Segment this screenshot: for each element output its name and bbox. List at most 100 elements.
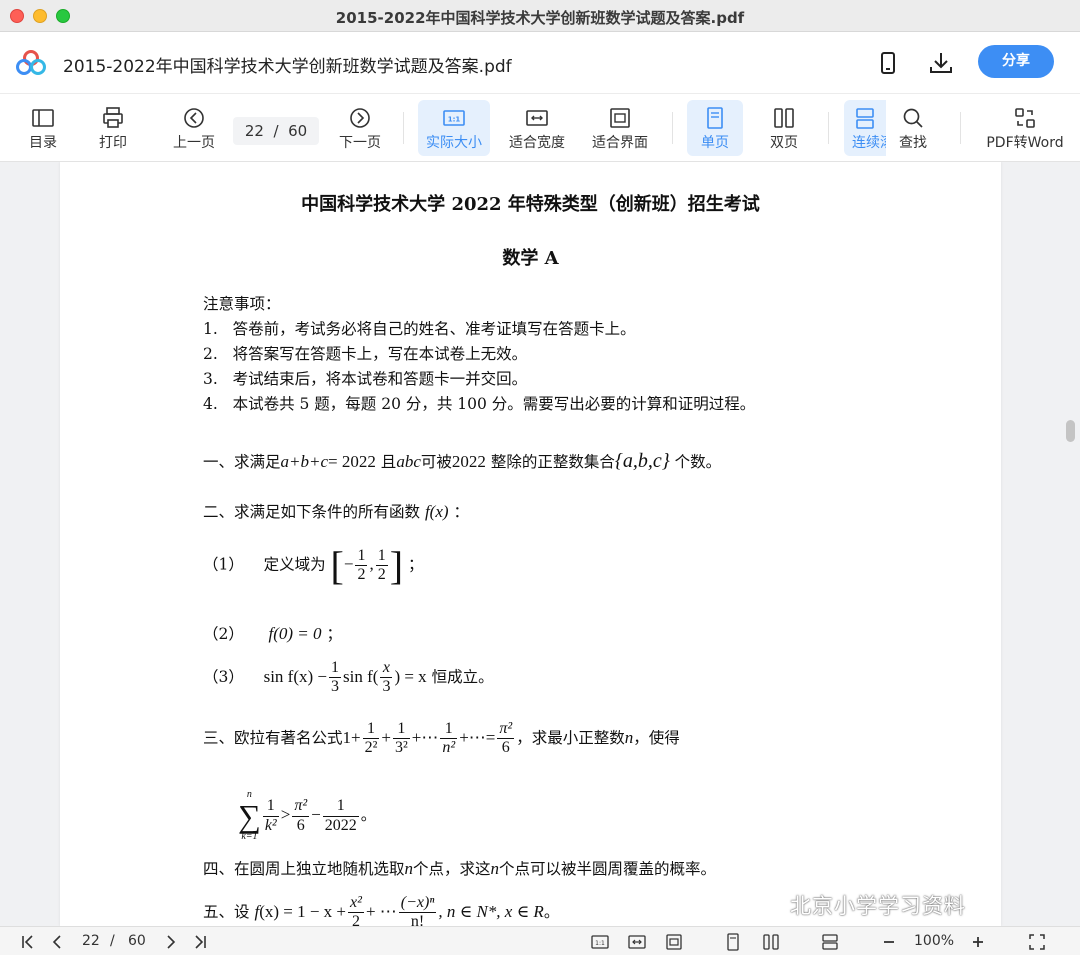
document-viewport[interactable]: 中国科学技术大学 2022 年特殊类型（创新班）招生考试 数学 A 注意事项： …	[0, 162, 1080, 926]
question-1: 一、求满足a+b+c= 2022 且abc可被2022 整除的正整数集合{a,b…	[203, 450, 721, 473]
page-separator: /	[273, 122, 279, 140]
fit-width-icon	[526, 110, 548, 126]
q5-prefix: 五、设	[203, 902, 250, 921]
bracket-left: [	[330, 543, 344, 588]
notice-item: 3. 考试结束后，将本试卷和答题卡一并交回。	[203, 370, 528, 388]
question-3: 三、欧拉有著名公式1+ 1 2² +1 3² +⋯ 1 n² +⋯= π² 6 ，求最小正整数n，使得	[203, 720, 680, 757]
watermark-text: 北京小学学习资料	[790, 894, 966, 918]
condition-end: ；	[326, 625, 342, 643]
next-page-button[interactable]: 下一页	[330, 100, 390, 156]
vertical-scrollbar[interactable]	[1066, 420, 1075, 442]
zoom-level[interactable]: 100%	[914, 933, 954, 949]
print-button[interactable]: 打印	[84, 100, 142, 156]
q3-end: 。	[360, 806, 377, 824]
fit-window-button[interactable]: 适合界面	[587, 100, 653, 156]
fraction: π² 6	[292, 797, 310, 834]
chevron-left-icon[interactable]	[48, 933, 66, 951]
fit-window-icon[interactable]	[665, 933, 683, 951]
question-4: 四、在圆周上独立地随机选取n个点，求这n个点可以被半圆周覆盖的概率。	[203, 857, 716, 879]
bracket-right: ]	[389, 543, 404, 588]
double-page-icon[interactable]	[762, 933, 780, 951]
q1-prefix: 一、求满足	[203, 453, 281, 471]
last-page-icon[interactable]	[190, 933, 208, 951]
q1-sum: a+b+c	[280, 452, 329, 471]
exam-title: 中国科学技术大学 2022 年特殊类型（创新班）招生考试	[301, 194, 760, 215]
pdf-to-word-button[interactable]: PDF转Word	[982, 100, 1068, 156]
question-3-formula: n ∑ k=1 1 k² > π² 6−1 2022。	[238, 789, 377, 842]
phone-icon[interactable]	[875, 50, 901, 76]
actual-size-icon[interactable]: 1:1	[591, 933, 609, 951]
fraction: 1 k²	[262, 797, 279, 834]
prev-page-label: 上一页	[173, 135, 215, 151]
q5-domain: , n ∈ N*, x ∈ R	[438, 901, 544, 921]
first-page-icon[interactable]	[20, 933, 38, 951]
status-total-pages: 60	[128, 933, 146, 949]
fit-width-button[interactable]: 适合宽度	[504, 100, 570, 156]
window-title: 2015-2022年中国科学技术大学创新班数学试题及答案.pdf	[335, 9, 745, 27]
q1-text: 整除的正整数集合	[490, 453, 615, 471]
print-label: 打印	[99, 135, 127, 151]
single-page-icon[interactable]	[724, 933, 742, 951]
toolbar-divider	[672, 112, 673, 144]
continuous-scroll-button[interactable]: 连续滚	[844, 100, 886, 156]
q3-text: ，求最小正整数	[516, 728, 625, 747]
page-number-input[interactable]: 22 / 60	[233, 117, 319, 145]
double-page-icon	[774, 108, 794, 128]
condition-text: f(0) = 0	[268, 624, 322, 643]
q5-expression: + ⋯	[365, 901, 397, 921]
q1-text: 且	[380, 453, 397, 471]
toolbar-divider	[403, 112, 404, 144]
toolbar-divider	[828, 112, 829, 144]
status-current-page[interactable]: 22	[82, 933, 100, 949]
actual-size-button[interactable]: 1:1 实际大小	[418, 100, 490, 156]
q4-text: 个点，求这	[413, 860, 491, 878]
app-header: 2015-2022年中国科学技术大学创新班数学试题及答案.pdf 分享	[0, 32, 1080, 94]
find-button[interactable]: 查找	[886, 100, 940, 156]
fraction: 1 n²	[440, 720, 458, 757]
notice-item: 4. 本试卷共 5 题，每题 20 分，共 100 分。需要写出必要的计算和证明…	[203, 395, 756, 413]
sum-symbol: n ∑ k=1	[238, 789, 261, 842]
double-page-button[interactable]: 双页	[756, 100, 812, 156]
q1-suffix: 个数。	[674, 453, 722, 471]
svg-text:1:1: 1:1	[448, 116, 461, 124]
condition-label: （3）	[203, 667, 244, 686]
q5-expression: (x) = 1 − x +	[259, 901, 347, 921]
chevron-left-circle-icon	[184, 108, 204, 128]
single-page-label: 单页	[701, 135, 729, 151]
continuous-scroll-icon	[856, 108, 874, 129]
fraction: 12	[355, 546, 368, 583]
question-5: 五、设 f(x) = 1 − x + x² 2 + ⋯ (−x)ⁿ n!, n ∈ N*,…	[203, 894, 559, 926]
actual-size-icon: 1:1	[443, 110, 465, 126]
zoom-in-icon[interactable]	[969, 933, 987, 951]
toc-icon	[32, 109, 54, 127]
prev-page-button[interactable]: 上一页	[164, 100, 224, 156]
share-button[interactable]: 分享	[978, 45, 1054, 78]
status-bar: 22 / 60 1:1 100%	[0, 926, 1080, 955]
condition-label: （2）	[203, 625, 244, 643]
fit-window-label: 适合界面	[592, 135, 648, 151]
fraction: π² 6	[497, 720, 515, 757]
single-page-button[interactable]: 单页	[687, 100, 743, 156]
double-page-label: 双页	[770, 135, 798, 151]
zoom-out-icon[interactable]	[880, 933, 898, 951]
single-page-icon	[707, 107, 723, 129]
fraction: 1 2022	[322, 797, 359, 834]
q3-variable: n	[624, 727, 634, 747]
exam-subtitle: 数学 A	[502, 248, 559, 269]
q4-variable: n	[404, 859, 414, 878]
download-icon[interactable]	[928, 50, 954, 76]
continuous-scroll-icon[interactable]	[821, 933, 839, 951]
q1-product: abc	[396, 452, 421, 471]
fraction: 12	[375, 546, 388, 583]
q5-end: 。	[543, 902, 560, 921]
toc-button[interactable]: 目录	[14, 100, 72, 156]
condition-label: （1）	[203, 555, 244, 574]
q1-number: 2022	[451, 452, 486, 471]
fit-width-icon[interactable]	[628, 933, 646, 951]
toolbar: 目录 打印 上一页 22 / 60 下一页 1:1 实际大小 适合宽度 适合界面…	[0, 94, 1080, 162]
convert-icon	[1015, 108, 1035, 128]
q3-text: ，使得	[633, 728, 680, 747]
fraction: (−x)ⁿ n!	[398, 894, 437, 926]
fullscreen-icon[interactable]	[1028, 933, 1046, 951]
chevron-right-icon[interactable]	[162, 933, 180, 951]
